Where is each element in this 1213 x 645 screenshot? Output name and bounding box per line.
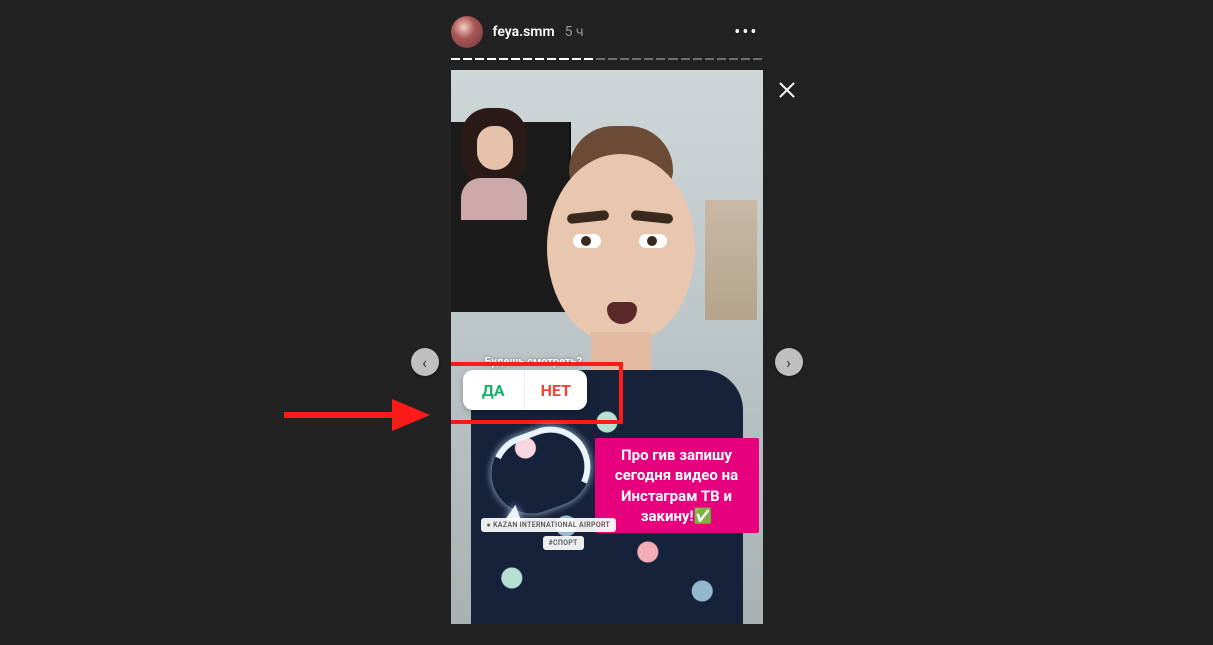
progress-segment bbox=[705, 58, 714, 60]
progress-segment bbox=[668, 58, 677, 60]
poll-sticker: ДА НЕТ bbox=[463, 370, 587, 410]
poll-question: Будешь смотреть? bbox=[485, 355, 583, 368]
progress-segment bbox=[632, 58, 641, 60]
progress-segment bbox=[572, 58, 581, 60]
inset-person-sticker bbox=[451, 104, 537, 220]
progress-segment bbox=[608, 58, 617, 60]
progress-segment bbox=[620, 58, 629, 60]
progress-segment bbox=[535, 58, 544, 60]
background-shelf bbox=[705, 200, 757, 320]
progress-segment bbox=[644, 58, 653, 60]
progress-segment bbox=[547, 58, 556, 60]
location-sticker[interactable]: ● KAZAN INTERNATIONAL AIRPORT bbox=[481, 518, 617, 532]
username[interactable]: feya.smm bbox=[493, 24, 555, 40]
progress-segment bbox=[596, 58, 605, 60]
poll-no-button[interactable]: НЕТ bbox=[525, 370, 587, 410]
progress-segment bbox=[487, 58, 496, 60]
next-story-button[interactable]: › bbox=[775, 348, 803, 376]
story-header: feya.smm 5 ч ••• bbox=[451, 0, 763, 58]
story-viewer: feya.smm 5 ч ••• Будешь смотреть? ДА НЕТ… bbox=[451, 0, 763, 624]
progress-segment bbox=[499, 58, 508, 60]
annotation-arrow bbox=[280, 395, 430, 435]
prev-story-button[interactable]: ‹ bbox=[411, 348, 439, 376]
hashtag-sticker[interactable]: #СПОРТ bbox=[543, 536, 584, 550]
story-media[interactable]: Будешь смотреть? ДА НЕТ Про гив запишу с… bbox=[451, 70, 763, 624]
more-options-icon[interactable]: ••• bbox=[730, 22, 762, 43]
close-button[interactable] bbox=[775, 78, 799, 102]
progress-segment bbox=[559, 58, 568, 60]
story-progress bbox=[451, 58, 763, 60]
progress-segment bbox=[584, 58, 593, 60]
progress-segment bbox=[717, 58, 726, 60]
progress-segment bbox=[741, 58, 750, 60]
progress-segment bbox=[511, 58, 520, 60]
poll-yes-button[interactable]: ДА bbox=[463, 370, 526, 410]
progress-segment bbox=[656, 58, 665, 60]
progress-segment bbox=[729, 58, 738, 60]
avatar[interactable] bbox=[451, 16, 483, 48]
story-time: 5 ч bbox=[565, 24, 584, 40]
progress-segment bbox=[463, 58, 472, 60]
progress-segment bbox=[681, 58, 690, 60]
chevron-left-icon: ‹ bbox=[422, 353, 427, 372]
progress-segment bbox=[451, 58, 460, 60]
progress-segment bbox=[523, 58, 532, 60]
progress-segment bbox=[753, 58, 762, 60]
text-sticker: Про гив запишу сегодня видео на Инстагра… bbox=[595, 438, 759, 533]
chevron-right-icon: › bbox=[786, 353, 791, 372]
progress-segment bbox=[693, 58, 702, 60]
progress-segment bbox=[475, 58, 484, 60]
